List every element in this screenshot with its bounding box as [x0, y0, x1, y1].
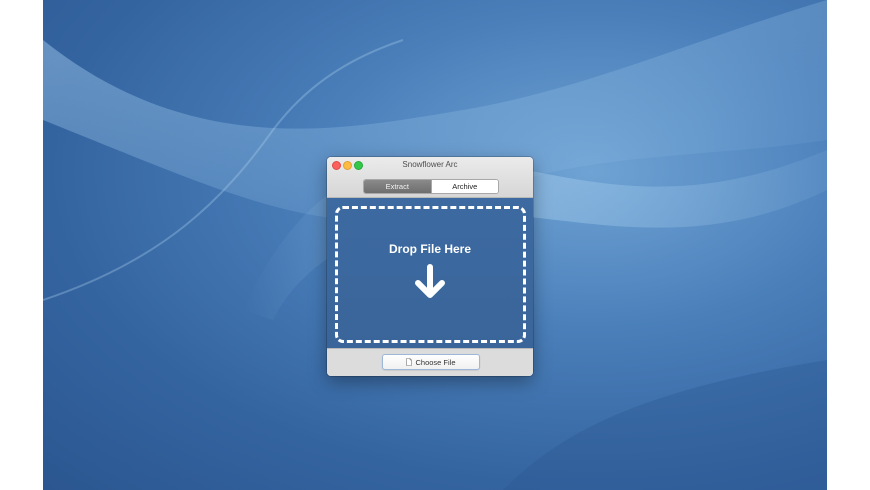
- window-title: Snowflower Arc: [402, 160, 458, 169]
- bottom-bar: Choose File: [327, 348, 533, 376]
- tab-extract[interactable]: Extract: [364, 180, 431, 193]
- app-window: Snowflower Arc Extract Archive Drop File…: [327, 157, 533, 376]
- arrow-down-icon: [415, 264, 445, 298]
- choose-file-button[interactable]: Choose File: [382, 354, 480, 370]
- drop-zone-label: Drop File Here: [388, 242, 472, 256]
- title-bar[interactable]: Snowflower Arc Extract Archive: [327, 157, 533, 198]
- document-icon: [406, 358, 413, 366]
- mode-segmented-control: Extract Archive: [363, 179, 499, 194]
- tab-archive[interactable]: Archive: [430, 180, 498, 193]
- drop-zone[interactable]: Drop File Here: [327, 198, 533, 348]
- choose-file-label: Choose File: [415, 357, 456, 367]
